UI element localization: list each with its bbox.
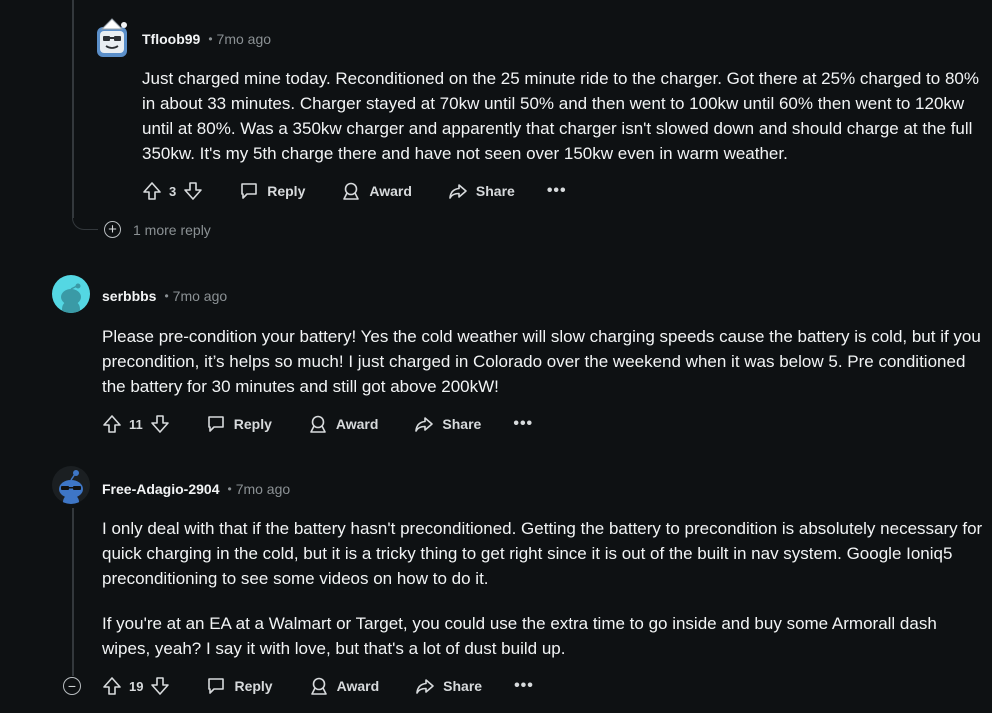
share-icon <box>415 417 434 432</box>
reply-label: Reply <box>267 183 306 199</box>
more-options-button[interactable]: ••• <box>547 182 567 200</box>
timestamp[interactable]: 7mo ago <box>217 31 271 47</box>
comment-icon <box>208 678 225 694</box>
award-label: Award <box>335 416 379 432</box>
share-icon <box>449 184 467 199</box>
user-avatar-icon <box>97 18 127 57</box>
share-label: Share <box>442 416 482 432</box>
award-icon <box>343 182 360 200</box>
comment-paragraph: I only deal with that if the battery has… <box>102 519 983 588</box>
comment-body: Just charged mine today. Reconditioned o… <box>142 66 982 166</box>
avatar[interactable] <box>52 466 90 504</box>
thread-line[interactable] <box>72 0 74 218</box>
downvote-icon[interactable] <box>150 414 170 434</box>
username[interactable]: serbbbs <box>102 288 156 304</box>
more-replies-label: 1 more reply <box>133 221 211 238</box>
downvote-icon[interactable] <box>150 676 170 696</box>
meta-separator: • <box>227 482 232 496</box>
avatar[interactable] <box>52 275 90 313</box>
comment-meta: Free-Adagio-2904 • 7mo ago <box>102 477 290 501</box>
reply-button[interactable]: Reply <box>206 676 273 696</box>
comment-icon <box>207 416 224 432</box>
comment-actions: 3 Reply Award Share ••• <box>142 177 567 205</box>
avatar[interactable] <box>93 17 131 59</box>
more-options-button[interactable]: ••• <box>513 415 533 433</box>
comment-paragraph: If you're at an EA at a Walmart or Targe… <box>102 614 937 658</box>
vote-group: 3 <box>142 181 203 201</box>
award-button[interactable]: Award <box>308 414 379 434</box>
share-button[interactable]: Share <box>414 414 481 434</box>
username[interactable]: Tfloob99 <box>142 31 200 47</box>
comment-actions: 11 Reply Award Share ••• <box>102 410 533 438</box>
comment-meta: Tfloob99 • 7mo ago <box>142 27 271 51</box>
snoo-avatar-icon <box>61 283 81 313</box>
vote-count: 3 <box>169 183 177 199</box>
reply-button[interactable]: Reply <box>239 181 305 201</box>
comment-actions: 19 Reply Award Share ••• <box>102 672 534 700</box>
upvote-icon[interactable] <box>102 414 122 434</box>
timestamp[interactable]: 7mo ago <box>173 288 227 304</box>
more-replies-link[interactable]: + 1 more reply <box>104 221 211 238</box>
more-options-button[interactable]: ••• <box>514 677 534 695</box>
vote-count: 19 <box>129 678 144 694</box>
thread-line-curve <box>72 216 98 230</box>
reply-label: Reply <box>234 678 273 694</box>
vote-group: 19 <box>102 676 170 696</box>
thread-line[interactable] <box>72 508 74 676</box>
upvote-icon[interactable] <box>142 181 162 201</box>
share-button[interactable]: Share <box>415 676 482 696</box>
award-icon <box>310 415 326 433</box>
reply-button[interactable]: Reply <box>206 414 272 434</box>
timestamp[interactable]: 7mo ago <box>236 481 290 497</box>
share-label: Share <box>443 678 483 694</box>
comment-paragraph: Please pre-condition your battery! Yes t… <box>102 327 981 396</box>
share-button[interactable]: Share <box>448 181 515 201</box>
award-button[interactable]: Award <box>309 676 380 696</box>
meta-separator: • <box>164 289 169 303</box>
award-icon <box>310 677 327 695</box>
comment-thread: Tfloob99 • 7mo ago Just charged mine tod… <box>0 0 992 713</box>
reply-label: Reply <box>233 416 272 432</box>
comment-body: I only deal with that if the battery has… <box>102 516 986 661</box>
share-label: Share <box>475 183 515 199</box>
meta-separator: • <box>208 32 213 46</box>
comment-icon <box>241 183 258 199</box>
collapse-thread-icon[interactable]: − <box>63 677 81 695</box>
vote-count: 11 <box>129 416 143 432</box>
award-button[interactable]: Award <box>341 181 412 201</box>
comment-body: Please pre-condition your battery! Yes t… <box>102 324 982 399</box>
award-label: Award <box>336 678 380 694</box>
upvote-icon[interactable] <box>102 676 122 696</box>
expand-icon: + <box>104 221 121 238</box>
snoo-avatar-icon <box>59 470 83 504</box>
comment-paragraph: Just charged mine today. Reconditioned o… <box>142 69 979 163</box>
award-label: Award <box>369 183 412 199</box>
username[interactable]: Free-Adagio-2904 <box>102 481 219 497</box>
downvote-icon[interactable] <box>183 181 203 201</box>
share-icon <box>416 679 434 694</box>
comment-meta: serbbbs • 7mo ago <box>102 284 227 308</box>
vote-group: 11 <box>102 414 170 434</box>
